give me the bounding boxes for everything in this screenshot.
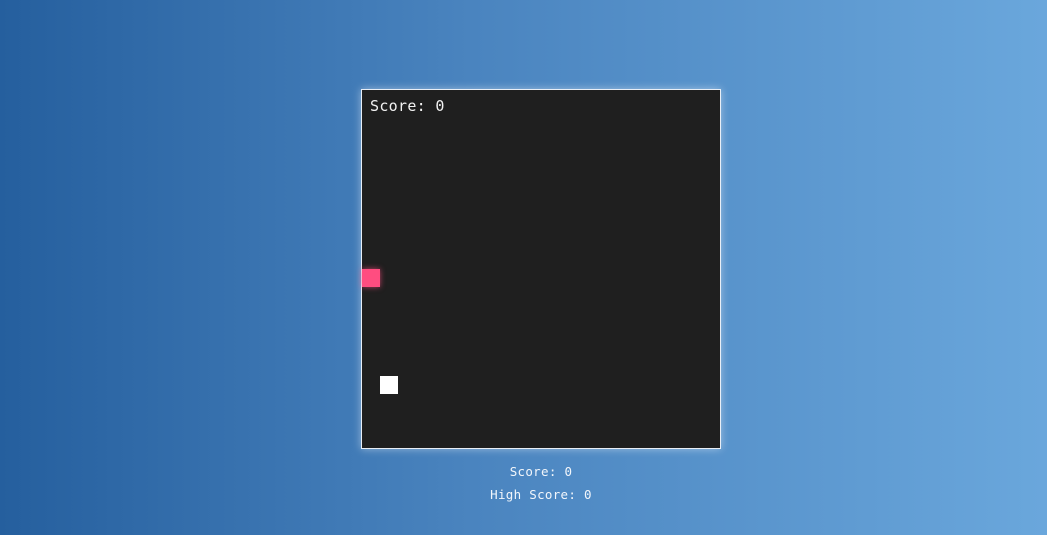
game-board[interactable]: Score: 0: [361, 89, 721, 449]
high-score-text: High Score: 0: [490, 487, 592, 502]
score-panel: Score: 0 High Score: 0: [361, 460, 721, 506]
score-text: Score: 0: [509, 464, 573, 479]
snake-head-icon: [380, 376, 398, 394]
board-score-text: Score: 0: [370, 97, 445, 115]
food-icon: [362, 269, 380, 287]
